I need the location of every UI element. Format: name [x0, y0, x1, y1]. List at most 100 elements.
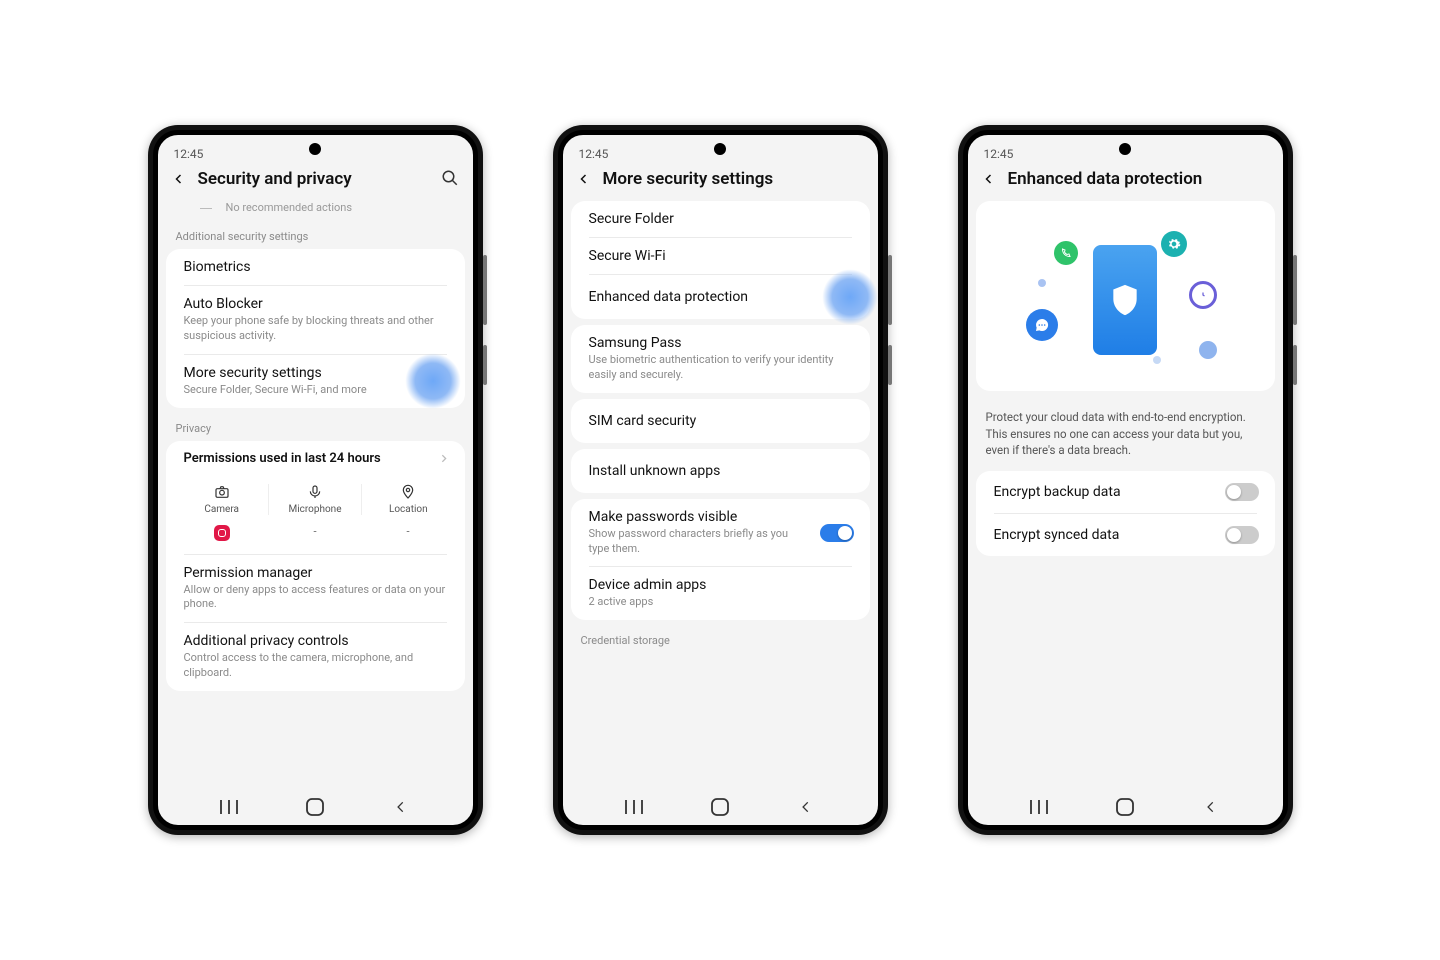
recents-button[interactable] — [1026, 794, 1052, 820]
chevron-right-icon — [439, 449, 449, 468]
back-button[interactable] — [170, 170, 188, 188]
status-time: 12:45 — [984, 147, 1014, 161]
install-unknown-label: Install unknown apps — [589, 463, 852, 479]
samsung-pass-sub: Use biometric authentication to verify y… — [589, 353, 852, 383]
phone-2: 12:45 More security settings Secure Fold… — [553, 125, 888, 835]
header: Enhanced data protection — [968, 163, 1283, 199]
back-button[interactable] — [980, 170, 998, 188]
secure-wifi-row[interactable]: Secure Wi-Fi — [571, 238, 870, 274]
nav-bar — [968, 789, 1283, 825]
auto-blocker-row[interactable]: Auto Blocker Keep your phone safe by blo… — [166, 286, 465, 354]
passwords-visible-sub: Show password characters briefly as you … — [589, 527, 852, 557]
home-button[interactable] — [707, 794, 733, 820]
perm-location-col: Location — [361, 484, 454, 515]
no-recommended-text: No recommended actions — [226, 201, 353, 214]
passwords-visible-toggle[interactable] — [820, 524, 854, 542]
encrypt-backup-row[interactable]: Encrypt backup data — [976, 471, 1275, 513]
front-camera — [1119, 143, 1131, 155]
permissions-24h-row[interactable]: Permissions used in last 24 hours — [166, 441, 465, 476]
permissions-apps-row: - - — [166, 521, 465, 554]
phone-3: 12:45 Enhanced data protection Protect — [958, 125, 1293, 835]
secure-folder-row[interactable]: Secure Folder — [571, 201, 870, 237]
tap-indicator-icon — [405, 353, 461, 409]
device-admin-label: Device admin apps — [589, 577, 852, 593]
auto-blocker-sub: Keep your phone safe by blocking threats… — [184, 314, 447, 344]
header: More security settings — [563, 163, 878, 199]
perm-loc-label: Location — [389, 504, 428, 515]
page-title: More security settings — [603, 169, 866, 189]
status-time: 12:45 — [174, 147, 204, 161]
perm-microphone-col: Microphone — [268, 484, 361, 515]
device-admin-sub: 2 active apps — [589, 595, 852, 610]
front-camera — [309, 143, 321, 155]
additional-privacy-label: Additional privacy controls — [184, 633, 447, 649]
recents-button[interactable] — [216, 794, 242, 820]
permission-manager-row[interactable]: Permission manager Allow or deny apps to… — [166, 555, 465, 623]
install-unknown-row[interactable]: Install unknown apps — [571, 449, 870, 493]
encrypt-backup-toggle[interactable] — [1225, 483, 1259, 501]
perm-camera-col: Camera — [176, 484, 268, 515]
more-security-row[interactable]: More security settings Secure Folder, Se… — [166, 355, 465, 408]
hero-illustration — [976, 201, 1275, 391]
page-title: Enhanced data protection — [1008, 169, 1271, 189]
more-security-label: More security settings — [184, 365, 447, 381]
clock-icon — [1189, 281, 1217, 309]
encrypt-synced-label: Encrypt synced data — [994, 527, 1257, 543]
section-privacy: Privacy — [158, 414, 473, 439]
phone-1: 12:45 Security and privacy No recommende… — [148, 125, 483, 835]
home-button[interactable] — [1112, 794, 1138, 820]
perm-camera-label: Camera — [204, 504, 239, 515]
additional-privacy-sub: Control access to the camera, microphone… — [184, 651, 447, 681]
encrypt-synced-row[interactable]: Encrypt synced data — [976, 514, 1275, 556]
perm-loc-dash: - — [362, 525, 455, 544]
samsung-pass-row[interactable]: Samsung Pass Use biometric authenticatio… — [571, 325, 870, 393]
microphone-icon — [307, 484, 323, 500]
recents-button[interactable] — [621, 794, 647, 820]
secure-wifi-label: Secure Wi-Fi — [589, 248, 852, 264]
phone-illustration-icon — [1093, 245, 1157, 355]
nav-bar — [563, 789, 878, 825]
status-time: 12:45 — [579, 147, 609, 161]
shield-icon — [1111, 283, 1139, 317]
nav-bar — [158, 789, 473, 825]
auto-blocker-label: Auto Blocker — [184, 296, 447, 312]
nav-back-button[interactable] — [793, 794, 819, 820]
secure-folder-label: Secure Folder — [589, 211, 852, 227]
page-title: Security and privacy — [198, 169, 431, 189]
nav-back-button[interactable] — [1198, 794, 1224, 820]
sim-security-label: SIM card security — [589, 413, 852, 429]
dot-icon — [1038, 279, 1046, 287]
search-button[interactable] — [441, 169, 461, 189]
perm-mic-label: Microphone — [288, 504, 341, 515]
front-camera — [714, 143, 726, 155]
encrypt-synced-toggle[interactable] — [1225, 526, 1259, 544]
perm-camera-app — [176, 525, 269, 544]
samsung-pass-label: Samsung Pass — [589, 335, 852, 351]
additional-privacy-row[interactable]: Additional privacy controls Control acce… — [166, 623, 465, 691]
device-admin-row[interactable]: Device admin apps 2 active apps — [571, 567, 870, 620]
dot-icon — [1153, 356, 1161, 364]
encrypt-backup-label: Encrypt backup data — [994, 484, 1257, 500]
credential-storage-header: Credential storage — [563, 626, 878, 651]
header: Security and privacy — [158, 163, 473, 199]
app-icon — [214, 525, 230, 541]
permission-manager-label: Permission manager — [184, 565, 447, 581]
enhanced-data-protection-row[interactable]: Enhanced data protection — [571, 275, 870, 319]
more-security-sub: Secure Folder, Secure Wi-Fi, and more — [184, 383, 447, 398]
home-button[interactable] — [302, 794, 328, 820]
biometrics-row[interactable]: Biometrics — [166, 249, 465, 285]
gear-icon — [1161, 231, 1187, 257]
location-icon — [400, 484, 416, 500]
passwords-visible-row[interactable]: Make passwords visible Show password cha… — [571, 499, 870, 567]
permissions-icons-row: Camera Microphone Location — [166, 476, 465, 521]
edp-description: Protect your cloud data with end-to-end … — [968, 401, 1283, 469]
camera-icon — [214, 484, 230, 500]
permission-manager-sub: Allow or deny apps to access features or… — [184, 583, 447, 613]
passwords-visible-label: Make passwords visible — [589, 509, 852, 525]
permissions-24h-label: Permissions used in last 24 hours — [184, 451, 447, 466]
back-button[interactable] — [575, 170, 593, 188]
sim-security-row[interactable]: SIM card security — [571, 399, 870, 443]
nav-back-button[interactable] — [388, 794, 414, 820]
dot-icon — [1199, 341, 1217, 359]
section-additional-security: Additional security settings — [158, 222, 473, 247]
